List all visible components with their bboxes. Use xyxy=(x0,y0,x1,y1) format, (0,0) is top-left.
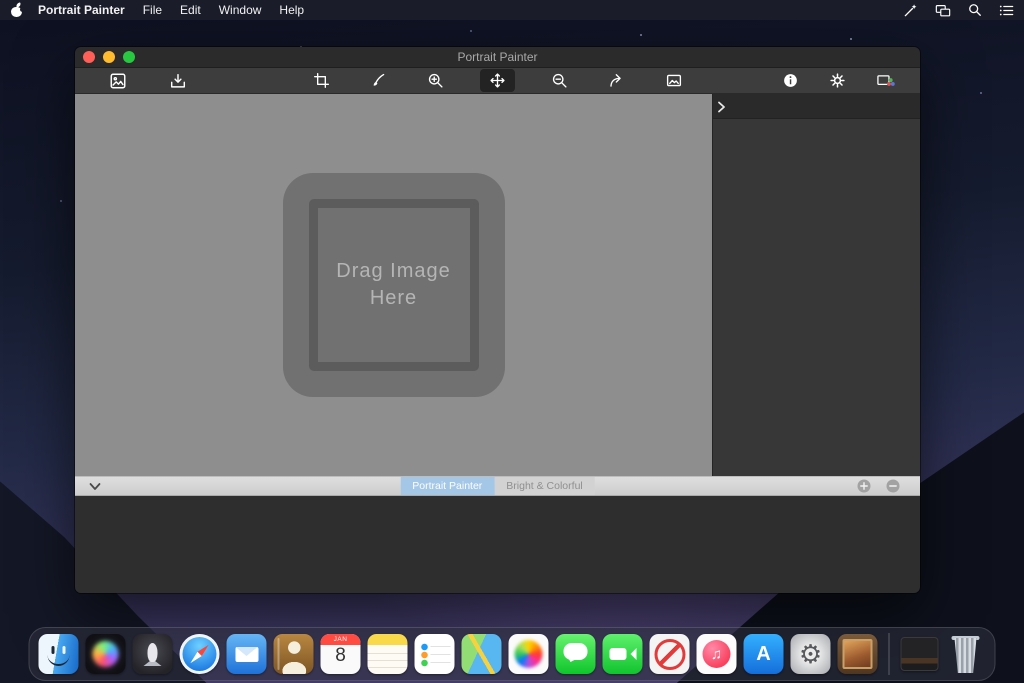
calendar-month: JAN xyxy=(321,636,361,643)
panel-expand-button[interactable] xyxy=(717,100,726,118)
image-frame-icon xyxy=(665,72,683,89)
desktop: Portrait Painter File Edit Window Help P… xyxy=(0,0,1024,683)
notification-list-icon xyxy=(999,4,1014,17)
adjust-image-button[interactable] xyxy=(661,70,687,91)
import-tray-icon xyxy=(169,72,187,90)
apple-menu[interactable] xyxy=(10,3,24,18)
appstore-glyph: A xyxy=(756,643,770,666)
itunes-glyph: ♫ xyxy=(711,646,722,663)
dock-icon-reminders[interactable] xyxy=(415,634,455,674)
menu-edit[interactable]: Edit xyxy=(180,3,201,17)
drop-zone-border: Drag Image Here xyxy=(309,199,479,371)
chevron-down-icon xyxy=(89,482,101,491)
dock-icon-photos[interactable] xyxy=(509,634,549,674)
minimize-button[interactable] xyxy=(103,51,115,63)
tab-bright-colorful[interactable]: Bright & Colorful xyxy=(494,477,594,495)
wand-status-button[interactable] xyxy=(903,3,918,18)
preset-strip xyxy=(75,496,920,593)
info-icon xyxy=(782,72,799,89)
dock-icon-finder[interactable] xyxy=(39,634,79,674)
window-title: Portrait Painter xyxy=(75,50,920,64)
displays-icon xyxy=(935,3,951,18)
zoom-out-icon xyxy=(551,72,568,89)
gear-icon xyxy=(829,72,846,89)
settings-button[interactable] xyxy=(825,70,850,91)
displays-status-button[interactable] xyxy=(935,3,951,18)
minus-circle-icon xyxy=(886,479,900,493)
plus-circle-icon xyxy=(857,479,871,493)
dock-icon-painter[interactable] xyxy=(838,634,878,674)
calendar-day: 8 xyxy=(321,645,361,667)
dock-icon-contacts[interactable] xyxy=(274,634,314,674)
import-button[interactable] xyxy=(165,70,191,92)
close-button[interactable] xyxy=(83,51,95,63)
move-icon xyxy=(489,72,506,89)
side-panel-header xyxy=(713,94,920,119)
crop-icon xyxy=(313,72,330,89)
dock-icon-launchpad[interactable] xyxy=(133,634,173,674)
info-button[interactable] xyxy=(778,70,803,91)
dock-icon-file[interactable] xyxy=(901,637,939,671)
tab-portrait-painter[interactable]: Portrait Painter xyxy=(400,477,494,495)
brush-icon xyxy=(370,72,387,89)
menu-bar: Portrait Painter File Edit Window Help xyxy=(0,0,1024,20)
dock-icon-appstore[interactable]: A xyxy=(744,634,784,674)
chevron-right-icon xyxy=(717,101,726,113)
dock-icon-itunes[interactable]: ♫ xyxy=(697,634,737,674)
menu-window[interactable]: Window xyxy=(219,3,262,17)
notification-center-button[interactable] xyxy=(999,4,1014,17)
wand-icon xyxy=(903,3,918,18)
dock: JAN 8 ♫ A ⚙ xyxy=(29,627,996,681)
zoom-in-icon xyxy=(427,72,444,89)
dock-icon-mail[interactable] xyxy=(227,634,267,674)
drop-placeholder-text: Drag Image Here xyxy=(324,258,464,312)
drop-zone[interactable]: Drag Image Here xyxy=(283,173,505,397)
menu-file[interactable]: File xyxy=(143,3,162,17)
zoom-in-button[interactable] xyxy=(423,70,448,91)
dock-icon-nosign[interactable] xyxy=(650,634,690,674)
preset-actions xyxy=(857,479,900,493)
menu-help[interactable]: Help xyxy=(279,3,304,17)
dock-separator xyxy=(889,633,890,675)
brush-tool-button[interactable] xyxy=(366,70,391,91)
image-icon xyxy=(109,72,127,90)
canvas-area[interactable]: Drag Image Here xyxy=(75,94,712,476)
dock-icon-siri[interactable] xyxy=(86,634,126,674)
add-preset-button[interactable] xyxy=(857,479,871,493)
dock-icon-messages[interactable] xyxy=(556,634,596,674)
search-icon xyxy=(968,3,982,17)
dock-icon-trash[interactable] xyxy=(946,634,986,674)
prefs-glyph: ⚙ xyxy=(799,641,822,667)
spotlight-search-button[interactable] xyxy=(968,3,982,17)
new-image-button[interactable] xyxy=(105,70,131,92)
export-color-icon xyxy=(876,72,896,89)
app-window: Portrait Painter xyxy=(75,47,920,593)
window-titlebar[interactable]: Portrait Painter xyxy=(75,47,920,68)
collapse-presets-button[interactable] xyxy=(89,482,101,491)
dock-icon-notes[interactable] xyxy=(368,634,408,674)
dock-icon-safari[interactable] xyxy=(180,634,220,674)
export-button[interactable] xyxy=(872,70,900,91)
side-panel xyxy=(712,94,920,476)
share-button[interactable] xyxy=(604,70,629,91)
preset-bar: Portrait Painter Bright & Colorful xyxy=(75,476,920,496)
dock-icon-prefs[interactable]: ⚙ xyxy=(791,634,831,674)
crop-tool-button[interactable] xyxy=(309,70,334,91)
share-arrow-icon xyxy=(608,72,625,89)
remove-preset-button[interactable] xyxy=(886,479,900,493)
window-main: Drag Image Here xyxy=(75,94,920,476)
preset-tabs: Portrait Painter Bright & Colorful xyxy=(400,477,594,495)
menu-app-name[interactable]: Portrait Painter xyxy=(38,3,125,17)
dock-icon-calendar[interactable]: JAN 8 xyxy=(321,634,361,674)
zoom-out-button[interactable] xyxy=(547,70,572,91)
dock-icon-facetime[interactable] xyxy=(603,634,643,674)
toolbar xyxy=(75,68,920,94)
zoom-button[interactable] xyxy=(123,51,135,63)
dock-icon-maps[interactable] xyxy=(462,634,502,674)
move-tool-button[interactable] xyxy=(480,69,515,92)
